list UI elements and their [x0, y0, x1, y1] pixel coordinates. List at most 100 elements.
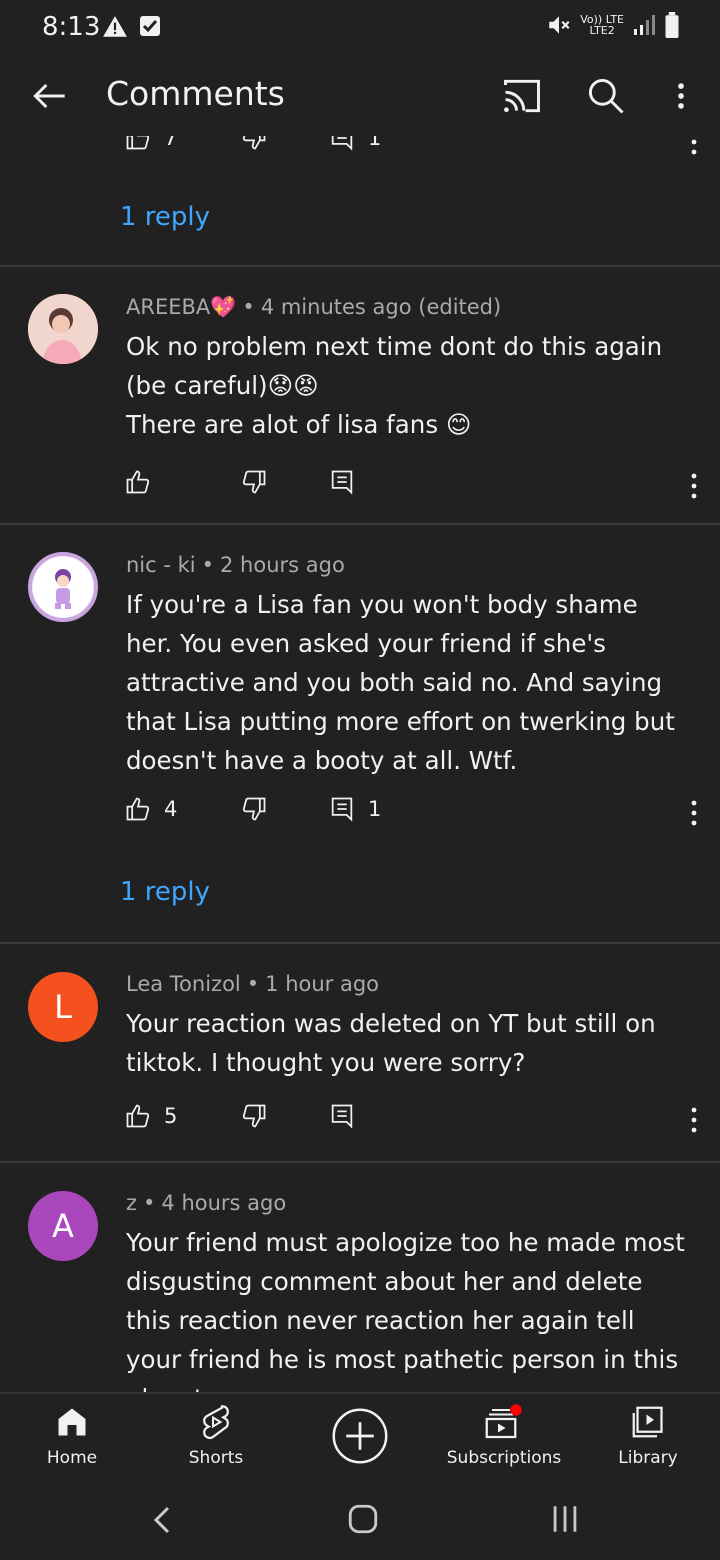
home-icon [58, 1408, 86, 1436]
dislike-button[interactable] [240, 468, 268, 496]
like-count: 5 [164, 1104, 178, 1128]
comments-feed[interactable]: 7 1 1 reply AREEBA💖 • 4 minutes ago (edite… [0, 136, 720, 1392]
divider [0, 1161, 720, 1163]
avatar[interactable] [28, 294, 98, 364]
warning-icon [103, 16, 127, 37]
app-bar: Comments [0, 56, 720, 136]
comment-text: Your friend must apologize too he made m… [126, 1223, 691, 1392]
comment-more-icon[interactable] [684, 136, 704, 160]
nav-shorts[interactable]: Shorts [144, 1394, 288, 1482]
nav-subscriptions[interactable]: Subscriptions [432, 1394, 576, 1482]
comment-more-icon[interactable] [684, 795, 704, 831]
like-count: 4 [164, 797, 178, 821]
more-vert-icon [678, 83, 684, 109]
status-time: 8:13 [42, 12, 101, 42]
like-button[interactable]: 7 [124, 136, 177, 152]
nav-label: Library [618, 1448, 678, 1468]
avatar[interactable]: L [28, 972, 98, 1042]
comment-time: 4 hours ago [161, 1191, 287, 1215]
avatar-initial: A [52, 1207, 74, 1245]
comment-line: Your friend must apologize too he made m… [126, 1228, 685, 1392]
comment-author[interactable]: z [126, 1191, 137, 1215]
search-button[interactable] [584, 74, 628, 118]
comment-time: 1 hour ago [265, 972, 380, 996]
thumbs-down-icon [242, 136, 266, 150]
dislike-button[interactable] [240, 1102, 268, 1130]
thumbs-up-icon [126, 797, 150, 821]
status-bar: 8:13 Vo)) LTE LTE2 [0, 0, 720, 56]
reply-button[interactable] [328, 1102, 356, 1130]
nav-home[interactable]: Home [0, 1394, 144, 1482]
back-button[interactable] [28, 74, 72, 118]
comment-text: Ok no problem next time dont do this aga… [126, 327, 691, 444]
reply-button[interactable]: 1 [328, 795, 381, 823]
view-replies-link[interactable]: 1 reply [120, 877, 210, 907]
create-icon [332, 1408, 388, 1464]
partial-comment-actions: 7 1 [124, 136, 704, 160]
comment-icon [331, 136, 353, 151]
avatar[interactable]: A [28, 1191, 98, 1261]
like-button[interactable]: 5 [124, 1102, 177, 1130]
comment-more-icon[interactable] [684, 468, 704, 504]
system-home-icon[interactable] [346, 1502, 380, 1536]
dislike-button[interactable] [240, 795, 268, 823]
bottom-navigation: Home Shorts Subscriptions Library [0, 1392, 720, 1482]
view-replies-link[interactable]: 1 reply [120, 202, 210, 232]
thumbs-up-icon [126, 470, 150, 494]
nav-label: Subscriptions [446, 1448, 562, 1468]
comment-icon [331, 470, 353, 495]
thumbs-down-icon [242, 470, 266, 494]
comment-author[interactable]: nic - ki [126, 553, 196, 577]
avatar[interactable] [28, 552, 98, 622]
signal-sub: LTE2 [589, 24, 615, 37]
like-button[interactable] [124, 468, 164, 496]
cast-button[interactable] [500, 74, 544, 118]
thumbs-down-icon [242, 1104, 266, 1128]
battery-icon [665, 12, 679, 38]
like-button[interactable]: 4 [124, 795, 177, 823]
comment-time: 4 minutes ago (edited) [260, 295, 502, 319]
system-recents-icon[interactable] [548, 1502, 582, 1536]
divider [0, 265, 720, 267]
dislike-button[interactable] [240, 136, 268, 152]
signal-icon [634, 15, 655, 35]
divider [0, 523, 720, 525]
thumbs-up-icon [126, 1104, 150, 1128]
page-title: Comments [106, 74, 285, 113]
comment-time: 2 hours ago [220, 553, 345, 577]
system-navigation [0, 1480, 720, 1560]
system-back-icon[interactable] [146, 1502, 178, 1538]
search-icon [588, 78, 624, 114]
comment-actions: 5 [124, 1102, 704, 1138]
comment-author[interactable]: AREEBA💖 [126, 295, 236, 319]
reply-count: 1 [368, 797, 382, 821]
comment-author[interactable]: Lea Tonizol [126, 972, 241, 996]
reply-count: 1 [368, 136, 382, 150]
comment-actions [124, 468, 704, 504]
reply-button[interactable]: 1 [328, 136, 381, 152]
comment-actions: 4 1 [124, 795, 704, 831]
comment-line: If you're a Lisa fan you won't body sham… [126, 590, 675, 775]
subscriptions-icon [485, 1404, 522, 1439]
comment-text: Your reaction was deleted on YT but stil… [126, 1004, 691, 1082]
comment-icon [331, 1104, 353, 1129]
more-options-button[interactable] [664, 74, 698, 118]
cast-icon [504, 79, 540, 113]
comment-text: If you're a Lisa fan you won't body sham… [126, 585, 691, 780]
comment-icon [331, 797, 353, 822]
divider [0, 942, 720, 944]
comment-line: There are alot of lisa fans 😊 [126, 410, 472, 439]
like-count: 7 [164, 136, 178, 150]
nav-library[interactable]: Library [576, 1394, 720, 1482]
nav-label: Home [46, 1448, 98, 1468]
avatar-photo-icon [28, 294, 98, 364]
comment-more-icon[interactable] [684, 1102, 704, 1138]
avatar-character-icon [33, 557, 93, 617]
library-icon [632, 1406, 663, 1438]
mute-icon [549, 16, 570, 34]
nav-create[interactable] [288, 1394, 432, 1482]
shorts-icon [203, 1405, 229, 1440]
reply-button[interactable] [328, 468, 356, 496]
checkbox-icon [140, 16, 160, 36]
comment-line: Ok no problem next time dont do this aga… [126, 332, 663, 400]
